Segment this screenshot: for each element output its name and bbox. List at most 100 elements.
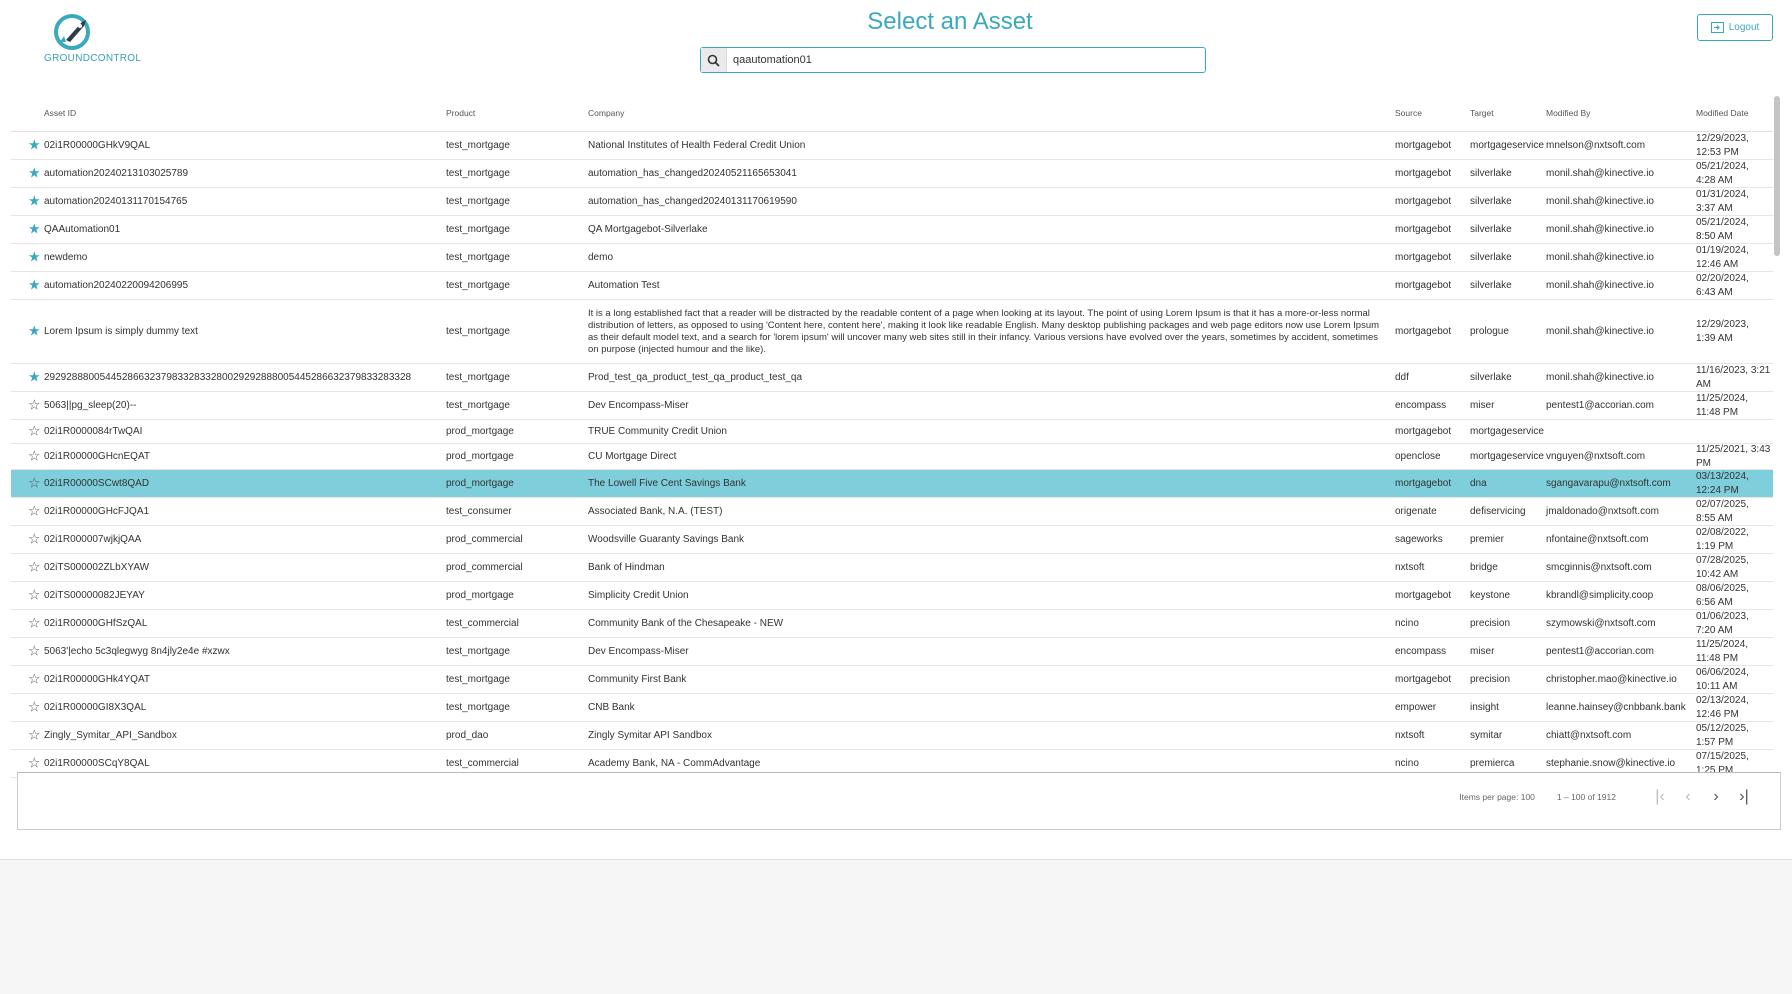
column-header-target[interactable]: Target — [1468, 107, 1544, 121]
table-row[interactable]: ☆ 02i1R00000SCwt8QAD prod_mortgage The Lowe… — [11, 470, 1773, 498]
search-button[interactable] — [701, 48, 727, 72]
column-header-source[interactable]: Source — [1393, 107, 1468, 121]
table-row[interactable]: ★ newdemo test_mortgage demo mortgagebot silv… — [11, 244, 1773, 272]
modified-date-cell: 05/21/2024, 8:50 AM — [1696, 217, 1749, 242]
asset-id-text: 02i1R00000GHfSzQAL — [44, 617, 148, 629]
target-cell: premierca — [1470, 757, 1515, 769]
table-row[interactable]: ★ 02i1R00000GHkV9QAL test_mortgage National… — [11, 132, 1773, 160]
modified-by-cell: nfontaine@nxtsoft.com — [1546, 533, 1649, 545]
logo-text: GROUNDCONTROL — [44, 53, 142, 64]
star-outline-icon[interactable]: ☆ — [28, 533, 41, 545]
star-outline-icon[interactable]: ☆ — [28, 757, 41, 769]
star-filled-icon[interactable]: ★ — [28, 195, 41, 207]
target-cell: mortgageservicer — [1470, 450, 1544, 462]
logout-icon — [1710, 22, 1724, 33]
table-row[interactable]: ☆ 02i1R00000GI8X3QAL test_mortgage CNB Bank… — [11, 694, 1773, 722]
asset-id-cell: ★ Lorem Ipsum is simply dummy text — [11, 325, 444, 339]
target-cell: symitar — [1470, 729, 1503, 741]
star-outline-icon[interactable]: ☆ — [28, 477, 41, 489]
table-row[interactable]: ★ Lorem Ipsum is simply dummy text test_mo… — [11, 300, 1773, 364]
table-row[interactable]: ☆ 5063'|echo 5c3qlegwyg 8n4jly2e4e #xzwx t… — [11, 638, 1773, 666]
star-outline-icon[interactable]: ☆ — [28, 589, 41, 601]
table-row[interactable]: ★ automation20240213103025789 test_mortgag… — [11, 160, 1773, 188]
star-filled-icon[interactable]: ★ — [28, 223, 41, 235]
source-cell: mortgagebot — [1395, 279, 1452, 291]
star-outline-icon[interactable]: ☆ — [28, 399, 41, 411]
star-filled-icon[interactable]: ★ — [28, 167, 41, 179]
product-cell: prod_mortgage — [446, 425, 514, 437]
logout-button[interactable]: Logout — [1697, 14, 1773, 41]
last-page-button[interactable]: ›| — [1730, 787, 1758, 807]
product-cell: prod_commercial — [446, 561, 523, 573]
table-row[interactable]: ☆ 5063||pg_sleep(20)-- test_mortgage Dev En… — [11, 392, 1773, 420]
table-row[interactable]: ☆ 02i1R00000GHcFJQA1 test_consumer Associat… — [11, 498, 1773, 526]
star-filled-icon[interactable]: ★ — [28, 139, 41, 151]
star-outline-icon[interactable]: ☆ — [28, 729, 41, 741]
asset-id-text: Lorem Ipsum is simply dummy text — [44, 325, 198, 337]
search-input[interactable] — [727, 49, 1205, 71]
asset-id-text: 02i1R00000SCwt8QAD — [44, 477, 150, 489]
asset-id-text: QAAutomation01 — [44, 223, 121, 235]
modified-by-cell: jmaldonado@nxtsoft.com — [1546, 505, 1659, 517]
column-header-modified-date[interactable]: Modified Date — [1694, 107, 1773, 121]
previous-page-button[interactable]: ‹ — [1674, 787, 1702, 807]
next-page-button[interactable]: › — [1702, 787, 1730, 807]
asset-id-cell: ☆ 02iTS00000082JEYAY — [11, 589, 444, 603]
source-cell: mortgagebot — [1395, 477, 1452, 489]
table-row[interactable]: ★ automation20240220094206995 test_mortgag… — [11, 272, 1773, 300]
star-filled-icon[interactable]: ★ — [28, 325, 41, 337]
star-outline-icon[interactable]: ☆ — [28, 425, 41, 437]
table-row[interactable]: ☆ 02i1R00000GHcnEQAT prod_mortgage CU Mortg… — [11, 444, 1773, 470]
asset-id-cell: ☆ 02i1R00000GHfSzQAL — [11, 617, 444, 631]
target-cell: prologue — [1470, 325, 1509, 337]
table-row[interactable]: ★ QAAutomation01 test_mortgage QA Mortgageb… — [11, 216, 1773, 244]
company-cell: Academy Bank, NA - CommAdvantage — [588, 757, 761, 769]
star-outline-icon[interactable]: ☆ — [28, 505, 41, 517]
star-filled-icon[interactable]: ★ — [28, 279, 41, 291]
product-cell: test_mortgage — [446, 371, 510, 383]
modified-date-cell: 11/25/2024, 11:48 PM — [1696, 393, 1749, 418]
column-header-modified-by[interactable]: Modified By — [1544, 107, 1694, 121]
table-row[interactable]: ☆ 02i1R000007wjkjQAA prod_commercial Woodsv… — [11, 526, 1773, 554]
asset-id-text: automation20240213103025789 — [44, 167, 189, 179]
star-filled-icon[interactable]: ★ — [28, 371, 41, 383]
table-body: ★ 02i1R00000GHkV9QAL test_mortgage National… — [11, 132, 1773, 778]
source-cell: ncino — [1395, 757, 1419, 769]
company-cell: TRUE Community Credit Union — [588, 425, 727, 437]
product-cell: test_mortgage — [446, 645, 510, 657]
table-row[interactable]: ★ automation20240131170154765 test_mortgag… — [11, 188, 1773, 216]
product-cell: prod_mortgage — [446, 450, 514, 462]
product-cell: test_commercial — [446, 757, 519, 769]
column-header-asset-id[interactable]: Asset ID — [11, 107, 444, 121]
table-row[interactable]: ☆ 02iTS000002ZLbXYAW prod_commercial Bank o… — [11, 554, 1773, 582]
star-outline-icon[interactable]: ☆ — [28, 701, 41, 713]
star-outline-icon[interactable]: ☆ — [28, 617, 41, 629]
asset-id-text: 02i1R00000GHk4YQAT — [44, 673, 150, 685]
asset-id-text: 02i1R00000GI8X3QAL — [44, 701, 147, 713]
source-cell: openclose — [1395, 450, 1441, 462]
star-outline-icon[interactable]: ☆ — [28, 673, 41, 685]
table-scrollbar[interactable] — [1774, 96, 1780, 256]
source-cell: encompass — [1395, 399, 1447, 411]
modified-date-cell: 12/29/2023, 1:39 AM — [1696, 319, 1749, 344]
source-cell: encompass — [1395, 645, 1447, 657]
target-cell: insight — [1470, 701, 1499, 713]
table-row[interactable]: ★ 292928880054452866323798332833280029292… — [11, 364, 1773, 392]
star-outline-icon[interactable]: ☆ — [28, 645, 41, 657]
table-row[interactable]: ☆ Zingly_Symitar_API_Sandbox prod_dao Zingl… — [11, 722, 1773, 750]
column-header-product[interactable]: Product — [444, 107, 586, 121]
table-row[interactable]: ☆ 02iTS00000082JEYAY prod_mortgage Simplici… — [11, 582, 1773, 610]
star-outline-icon[interactable]: ☆ — [28, 561, 41, 573]
first-page-button[interactable]: |‹ — [1646, 787, 1674, 807]
modified-by-cell: szymowski@nxtsoft.com — [1546, 617, 1656, 629]
source-cell: mortgagebot — [1395, 589, 1452, 601]
table-row[interactable]: ☆ 02i1R00000GHk4YQAT test_mortgage Communit… — [11, 666, 1773, 694]
table-row[interactable]: ☆ 02i1R00000GHfSzQAL test_commercial Commun… — [11, 610, 1773, 638]
star-filled-icon[interactable]: ★ — [28, 251, 41, 263]
asset-id-text: 02i1R00000GHcnEQAT — [44, 450, 150, 462]
star-outline-icon[interactable]: ☆ — [28, 450, 41, 462]
column-header-company[interactable]: Company — [586, 107, 1393, 121]
items-per-page[interactable]: Items per page: 100 — [1459, 792, 1535, 802]
table-row[interactable]: ☆ 02i1R0000084rTwQAI prod_mortgage TRUE Com… — [11, 420, 1773, 444]
target-cell: bridge — [1470, 561, 1498, 573]
